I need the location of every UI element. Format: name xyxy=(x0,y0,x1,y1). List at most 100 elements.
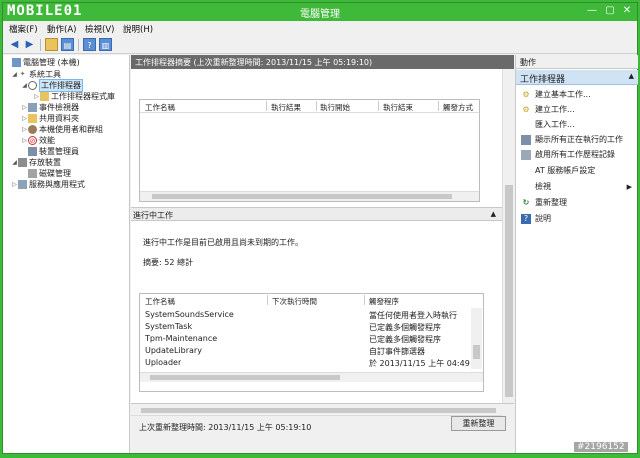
forward-arrow-icon[interactable]: ▶ xyxy=(23,38,36,51)
table-cell-trigger: 自訂事件篩選器 xyxy=(369,347,425,356)
table-row[interactable]: Tpm-Maintenance xyxy=(145,334,217,343)
action-at-service-account[interactable]: AT 服務帳戶設定 xyxy=(516,164,638,177)
tools-icon: ✦ xyxy=(19,70,26,78)
watermark-text: #2196152 xyxy=(574,442,628,452)
menu-view[interactable]: 檢視(V) xyxy=(85,23,114,35)
tree-item-task-scheduler[interactable]: ◢ 工作排程器 xyxy=(21,79,83,92)
expand-icon[interactable]: ▷ xyxy=(21,137,28,144)
menu-file[interactable]: 檔案(F) xyxy=(9,23,38,35)
actions-section-header[interactable]: 工作排程器 ▲ xyxy=(516,70,638,85)
column-header[interactable]: 執行開始 xyxy=(320,102,350,113)
column-header[interactable]: 觸發程序 xyxy=(369,296,399,307)
maximize-button[interactable]: ▢ xyxy=(603,5,617,17)
expand-icon[interactable]: ▷ xyxy=(21,115,28,122)
column-divider[interactable] xyxy=(438,101,439,111)
summary-footer: 上次重新整理時間: 2013/11/15 上午 05:19:10 重新整理 xyxy=(131,403,514,453)
column-header[interactable]: 執行結束 xyxy=(383,102,413,113)
column-header[interactable]: 下次執行時間 xyxy=(272,296,317,307)
help-icon[interactable]: ? xyxy=(83,38,96,51)
tree-item-services-applications[interactable]: ▷ 服務與應用程式 xyxy=(11,179,85,190)
tree-item-shared-folders[interactable]: ▷ 共用資料夾 xyxy=(21,113,79,124)
computer-management-window: MOBILE01 電腦管理 — ▢ ✕ 檔案(F) 動作(A) 檢視(V) 說明… xyxy=(2,2,638,454)
minimize-button[interactable]: — xyxy=(585,5,599,17)
action-refresh[interactable]: ↻ 重新整理 xyxy=(516,196,638,209)
table-row[interactable]: SystemSoundsService xyxy=(145,310,234,319)
services-icon xyxy=(18,180,27,189)
tree-item-device-manager[interactable]: 裝置管理員 xyxy=(21,146,79,157)
action-create-task[interactable]: ⚙ 建立工作... xyxy=(516,103,638,116)
tree-item-storage[interactable]: ◢ 存放裝置 xyxy=(11,157,61,168)
storage-icon xyxy=(18,158,27,167)
column-header[interactable]: 工作名稱 xyxy=(145,102,175,113)
action-show-running-tasks[interactable]: 顯示所有正在執行的工作 xyxy=(516,133,638,146)
table-row[interactable]: Uploader xyxy=(145,358,181,367)
scrollbar-thumb[interactable] xyxy=(150,375,340,380)
collapse-icon[interactable]: ◢ xyxy=(11,71,18,78)
active-tasks-header[interactable]: 進行中工作 ▲ xyxy=(131,207,502,221)
scrollbar-thumb[interactable] xyxy=(505,185,513,397)
action-create-basic-task[interactable]: ⚙ 建立基本工作... xyxy=(516,88,638,101)
menu-action[interactable]: 動作(A) xyxy=(47,23,76,35)
column-divider[interactable] xyxy=(267,295,268,305)
column-divider[interactable] xyxy=(378,101,379,111)
show-hide-action-pane-icon[interactable]: ▥ xyxy=(99,38,112,51)
tree-item-local-users-groups[interactable]: ▷ 本機使用者和群組 xyxy=(21,124,103,135)
clock-icon xyxy=(28,81,37,90)
action-import-task[interactable]: 匯入工作... xyxy=(516,118,638,131)
horizontal-scrollbar[interactable] xyxy=(140,191,479,201)
horizontal-scrollbar[interactable] xyxy=(140,372,483,382)
refresh-icon: ↻ xyxy=(522,197,530,207)
scrollbar-thumb[interactable] xyxy=(141,408,496,413)
column-divider[interactable] xyxy=(266,101,267,111)
refresh-button[interactable]: 重新整理 xyxy=(451,416,506,431)
history-icon xyxy=(521,149,531,160)
blank-icon xyxy=(521,166,531,176)
tree-item-disk-management[interactable]: 磁碟管理 xyxy=(21,168,71,179)
tree-item-task-scheduler-library[interactable]: ▷ 工作排程器程式庫 xyxy=(33,91,115,102)
collapse-icon[interactable]: ◢ xyxy=(11,159,18,166)
table-row[interactable]: SystemTask xyxy=(145,322,192,331)
column-header[interactable]: 工作名稱 xyxy=(145,296,175,307)
expand-icon[interactable]: ▷ xyxy=(33,93,40,100)
back-arrow-icon[interactable]: ◀ xyxy=(8,38,21,51)
column-header[interactable]: 觸發方式 xyxy=(443,102,473,113)
table-row[interactable]: UpdateLibrary xyxy=(145,346,202,355)
collapse-icon[interactable]: ◢ xyxy=(21,82,28,89)
expand-icon[interactable]: ▷ xyxy=(21,104,28,111)
column-divider[interactable] xyxy=(316,101,317,111)
toolbar-separator xyxy=(40,39,41,51)
running-tasks-icon xyxy=(521,134,531,145)
shared-folder-icon xyxy=(28,114,37,123)
expand-icon[interactable]: ▷ xyxy=(21,126,28,133)
users-icon xyxy=(28,125,37,134)
tree-item-event-viewer[interactable]: ▷ 事件檢視器 xyxy=(21,102,79,113)
tree-item-performance[interactable]: ▷ ⊘ 效能 xyxy=(21,135,55,146)
active-tasks-summary: 摘要: 52 總計 xyxy=(143,258,193,267)
menu-help[interactable]: 說明(H) xyxy=(123,23,153,35)
actions-pane: 動作 工作排程器 ▲ ⚙ 建立基本工作... ⚙ 建立工作... 匯入工作...… xyxy=(515,55,638,453)
tree-item-computer-management[interactable]: 電腦管理 (本機) xyxy=(5,57,80,68)
action-enable-history[interactable]: 啟用所有工作歷程記錄 xyxy=(516,148,638,161)
scrollbar-thumb[interactable] xyxy=(473,345,480,359)
column-divider[interactable] xyxy=(364,295,365,305)
column-header[interactable]: 執行結果 xyxy=(271,102,301,113)
summary-vertical-scrollbar[interactable] xyxy=(502,69,514,403)
folder-icon xyxy=(40,92,49,101)
table-cell-trigger: 當任何使用者登入時執行 xyxy=(369,311,457,320)
vertical-scrollbar[interactable] xyxy=(471,308,482,369)
horizontal-scrollbar[interactable] xyxy=(131,406,502,416)
close-button[interactable]: ✕ xyxy=(620,5,634,17)
action-help[interactable]: ? 說明 xyxy=(516,212,638,225)
table-cell-trigger: 已定義多個觸發程序 xyxy=(369,323,441,332)
action-view[interactable]: 檢視 ▶ xyxy=(516,180,638,193)
up-folder-icon[interactable] xyxy=(45,38,58,51)
table-cell-trigger: 於 2013/11/15 上午 04:49 xyxy=(369,359,470,367)
show-hide-tree-icon[interactable]: ▤ xyxy=(61,38,74,51)
task-status-table: 工作名稱 執行結果 執行開始 執行結束 觸發方式 xyxy=(139,99,480,202)
expand-icon[interactable]: ▷ xyxy=(11,181,18,188)
collapse-section-icon[interactable]: ▲ xyxy=(491,210,496,218)
collapse-section-icon[interactable]: ▲ xyxy=(629,72,634,80)
scrollbar-thumb[interactable] xyxy=(152,194,452,199)
summary-header: 工作排程器摘要 (上次重新整理時間: 2013/11/15 上午 05:19:1… xyxy=(131,55,514,69)
toolbar-separator xyxy=(78,39,79,51)
